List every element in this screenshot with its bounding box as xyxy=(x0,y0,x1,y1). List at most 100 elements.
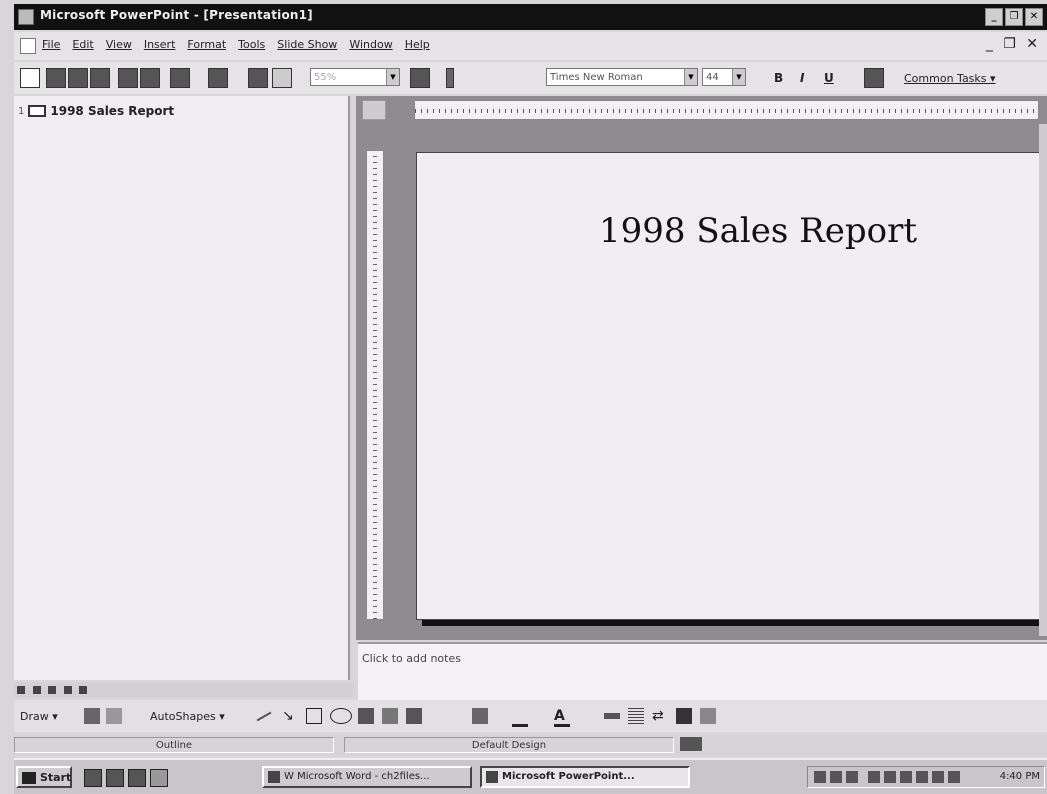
menu-bar: File Edit View Insert Format Tools Slide… xyxy=(14,32,1047,60)
align-left-icon[interactable] xyxy=(864,68,884,88)
menu-file[interactable]: File xyxy=(42,38,60,51)
horizontal-ruler[interactable] xyxy=(414,100,1039,120)
line-style-icon[interactable] xyxy=(604,713,620,719)
vertical-scrollbar[interactable] xyxy=(1039,124,1047,636)
powerpoint-app-icon[interactable] xyxy=(18,9,34,25)
draw-menu-button[interactable]: Draw ▾ xyxy=(20,710,58,723)
slide-show-view-icon[interactable] xyxy=(79,686,87,694)
open-icon[interactable] xyxy=(46,68,66,88)
volume-icon[interactable] xyxy=(948,771,960,783)
menu-window[interactable]: Window xyxy=(349,38,392,51)
common-tasks-button[interactable]: Common Tasks ▾ xyxy=(904,72,996,85)
underline-button[interactable]: U xyxy=(824,71,834,85)
chevron-down-icon[interactable]: ▼ xyxy=(732,69,745,85)
insert-table-icon[interactable] xyxy=(170,68,190,88)
fill-color-icon[interactable] xyxy=(472,708,488,724)
status-view-label: Outline xyxy=(14,737,334,753)
oval-icon[interactable] xyxy=(330,708,352,724)
bold-button[interactable]: B xyxy=(774,71,783,85)
tray-icon[interactable] xyxy=(814,771,826,783)
spelling-status-icon[interactable] xyxy=(680,737,702,751)
email-icon[interactable] xyxy=(90,68,110,88)
undo-icon[interactable] xyxy=(208,68,228,88)
font-size-select[interactable]: 44 ▼ xyxy=(702,68,746,86)
arrow-icon[interactable]: ↘ xyxy=(282,708,298,724)
font-name-select[interactable]: Times New Roman ▼ xyxy=(546,68,698,86)
new-slide-icon[interactable] xyxy=(272,68,292,88)
tray-icon[interactable] xyxy=(830,771,842,783)
menu-edit[interactable]: Edit xyxy=(72,38,93,51)
notes-placeholder[interactable]: Click to add notes xyxy=(362,652,461,665)
slide-sorter-view-icon[interactable] xyxy=(63,686,72,694)
autoshapes-menu-button[interactable]: AutoShapes ▾ xyxy=(150,710,225,723)
line-color-icon[interactable] xyxy=(512,708,528,727)
taskbar-clock: 4:40 PM xyxy=(999,771,1040,782)
shadow-icon[interactable] xyxy=(676,708,692,724)
window-title: Microsoft PowerPoint - [Presentation1] xyxy=(40,8,313,22)
slide-view-icon[interactable] xyxy=(48,686,56,694)
help-icon[interactable] xyxy=(410,68,430,88)
zoom-value: 55% xyxy=(314,72,337,83)
normal-view-icon[interactable] xyxy=(17,686,25,694)
menu-tools[interactable]: Tools xyxy=(238,38,265,51)
spelling-icon[interactable] xyxy=(140,68,160,88)
toolbar-more-icon[interactable] xyxy=(446,68,454,88)
tray-icon[interactable] xyxy=(846,771,858,783)
arrow-style-icon[interactable]: ⇄ xyxy=(652,708,668,724)
internet-explorer-icon[interactable] xyxy=(106,769,124,787)
menu-help[interactable]: Help xyxy=(405,38,430,51)
taskbar-powerpoint-button[interactable]: Microsoft PowerPoint... xyxy=(480,766,690,788)
taskbar-word-button[interactable]: W Microsoft Word - ch2files... xyxy=(262,766,472,788)
quick-launch-icon[interactable] xyxy=(150,769,168,787)
view-buttons xyxy=(14,682,354,698)
show-desktop-icon[interactable] xyxy=(84,769,102,787)
tray-icon[interactable] xyxy=(868,771,880,783)
italic-button[interactable]: I xyxy=(800,71,804,85)
start-button[interactable]: Start xyxy=(16,766,72,788)
document-window-controls[interactable]: _ ❐ ✕ xyxy=(986,36,1041,52)
outline-pane[interactable]: 1 1998 Sales Report xyxy=(14,96,350,680)
tray-icon[interactable] xyxy=(916,771,928,783)
zoom-select[interactable]: 55% ▼ xyxy=(310,68,400,86)
tray-icon[interactable] xyxy=(932,771,944,783)
menu-view[interactable]: View xyxy=(106,38,132,51)
document-icon[interactable] xyxy=(20,38,36,54)
outlook-icon[interactable] xyxy=(128,769,146,787)
text-box-icon[interactable] xyxy=(358,708,374,724)
new-icon[interactable] xyxy=(20,68,40,88)
outline-slide-title[interactable]: 1998 Sales Report xyxy=(50,104,174,118)
tray-icon[interactable] xyxy=(884,771,896,783)
notes-pane[interactable]: Click to add notes xyxy=(358,642,1047,700)
maximize-button[interactable]: ❐ xyxy=(1005,8,1023,26)
insert-chart-icon[interactable] xyxy=(248,68,268,88)
taskbar-word-label: W Microsoft Word - ch2files... xyxy=(284,771,430,782)
chevron-down-icon[interactable]: ▼ xyxy=(386,69,399,85)
menu-insert[interactable]: Insert xyxy=(144,38,176,51)
rectangle-icon[interactable] xyxy=(306,708,322,724)
select-objects-icon[interactable] xyxy=(84,708,100,724)
free-rotate-icon[interactable] xyxy=(106,708,122,724)
standard-toolbar: 55% ▼ Times New Roman ▼ 44 ▼ B I U Commo… xyxy=(14,62,1047,94)
menu-format[interactable]: Format xyxy=(187,38,226,51)
outline-slide-item[interactable]: 1 1998 Sales Report xyxy=(18,104,174,118)
3d-icon[interactable] xyxy=(700,708,716,724)
print-icon[interactable] xyxy=(118,68,138,88)
outline-view-icon[interactable] xyxy=(32,686,41,694)
tray-icon[interactable] xyxy=(900,771,912,783)
save-icon[interactable] xyxy=(68,68,88,88)
minimize-button[interactable]: _ xyxy=(985,8,1003,26)
line-icon[interactable] xyxy=(252,704,272,722)
font-color-icon[interactable]: A xyxy=(554,708,570,727)
wordart-icon[interactable] xyxy=(382,708,398,724)
chevron-down-icon[interactable]: ▼ xyxy=(684,69,697,85)
dash-style-icon[interactable] xyxy=(628,708,644,724)
font-name-value: Times New Roman xyxy=(550,72,643,83)
close-button[interactable]: ✕ xyxy=(1025,8,1043,26)
slide-title[interactable]: 1998 Sales Report xyxy=(417,211,1039,251)
menu-slide-show[interactable]: Slide Show xyxy=(277,38,337,51)
font-size-value: 44 xyxy=(706,72,719,83)
slide-icon xyxy=(28,105,47,117)
slide-canvas[interactable]: 1998 Sales Report xyxy=(416,152,1040,620)
vertical-ruler[interactable] xyxy=(366,150,384,620)
clip-art-icon[interactable] xyxy=(406,708,422,724)
